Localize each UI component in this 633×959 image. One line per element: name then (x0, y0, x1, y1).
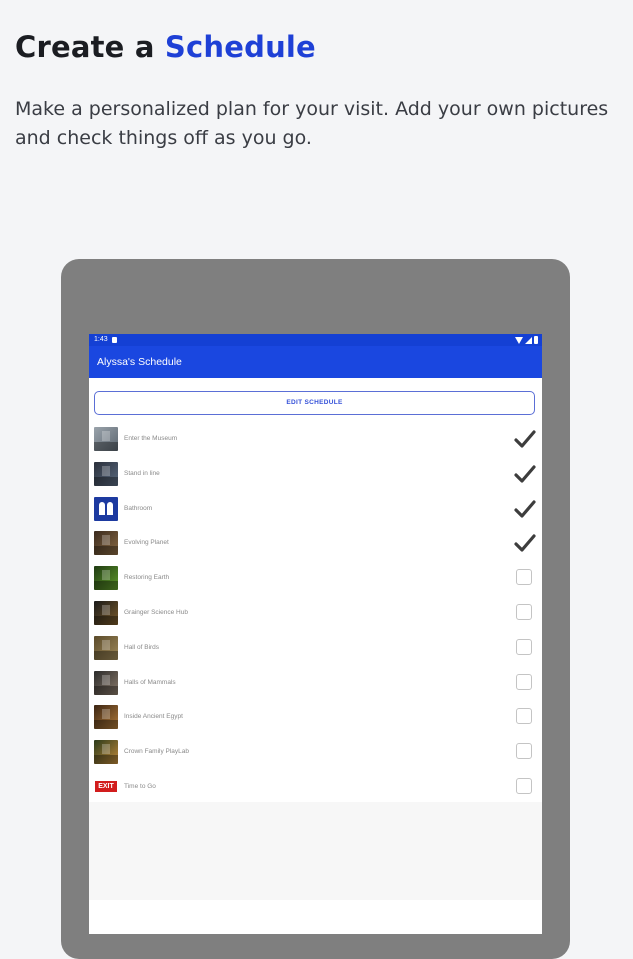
exhibit-thumbnail (94, 705, 118, 730)
list-item[interactable]: Crown Family PlayLab (89, 735, 542, 770)
item-label: Evolving Planet (124, 539, 169, 547)
headline-accent: Schedule (164, 30, 316, 64)
checkbox-empty[interactable] (516, 673, 532, 690)
exhibit-thumbnail (94, 566, 118, 591)
list-item[interactable]: Enter the Museum (89, 422, 542, 457)
signal-icon (525, 336, 532, 344)
app-bar: Alyssa's Schedule (89, 346, 542, 378)
exhibit-thumbnail (94, 635, 118, 660)
item-label: Crown Family PlayLab (124, 748, 190, 756)
list-item[interactable]: Evolving Planet (89, 526, 542, 561)
system-icons (515, 336, 538, 344)
list-item[interactable]: Restoring Earth (89, 561, 542, 596)
list-item[interactable]: Bathroom (89, 492, 542, 527)
list-item[interactable]: EXIT Time to Go (89, 770, 542, 805)
screen-empty-area (89, 802, 542, 900)
headline: Create a Schedule (15, 30, 316, 64)
exit-sign-text: EXIT (95, 780, 117, 792)
checkbox-empty[interactable] (516, 569, 532, 586)
battery-icon (534, 336, 538, 344)
notification-icon (112, 337, 117, 343)
list-item[interactable]: Halls of Mammals (89, 666, 542, 701)
exit-sign-thumbnail: EXIT (94, 774, 118, 799)
item-label: Halls of Mammals (124, 678, 176, 686)
item-label: Time to Go (124, 782, 156, 790)
app-title: Alyssa's Schedule (97, 356, 182, 368)
item-label: Stand in line (124, 469, 160, 477)
checkmark-icon[interactable] (514, 533, 536, 553)
subtext: Make a personalized plan for your visit.… (15, 98, 609, 149)
edit-schedule-button[interactable]: EDIT SCHEDULE (94, 391, 535, 415)
status-time: 1:43 (94, 336, 108, 343)
museum-entrance-thumbnail (94, 427, 118, 451)
status-bar: 1:43 (89, 334, 542, 346)
item-label: Inside Ancient Egypt (124, 713, 183, 721)
list-item[interactable]: Grainger Science Hub (89, 596, 542, 631)
item-label: Enter the Museum (124, 435, 178, 442)
headline-prefix: Create a (15, 30, 155, 64)
list-item[interactable]: Inside Ancient Egypt (89, 700, 542, 735)
checkmark-icon[interactable] (514, 499, 536, 519)
checkbox-empty[interactable] (516, 638, 532, 655)
exhibit-thumbnail (94, 600, 118, 625)
exhibit-thumbnail (94, 531, 118, 556)
checkbox-empty[interactable] (516, 708, 532, 725)
checkbox-empty[interactable] (516, 777, 532, 794)
checkmark-icon[interactable] (514, 464, 536, 484)
restroom-sign-thumbnail (94, 496, 118, 521)
item-label: Restoring Earth (124, 574, 170, 582)
schedule-list: Enter the Museum Stand in line Bathroom … (89, 422, 542, 805)
line-thumbnail (94, 461, 118, 486)
list-item[interactable]: Hall of Birds (89, 631, 542, 666)
exhibit-thumbnail (94, 670, 118, 695)
item-label: Grainger Science Hub (124, 608, 188, 616)
checkmark-icon[interactable] (514, 429, 536, 449)
wifi-icon (515, 336, 523, 344)
exhibit-thumbnail (94, 740, 118, 765)
list-item[interactable]: Stand in line (89, 457, 542, 492)
item-label: Hall of Birds (124, 643, 160, 651)
checkbox-empty[interactable] (516, 603, 532, 620)
checkbox-empty[interactable] (516, 743, 532, 760)
item-label: Bathroom (124, 504, 153, 512)
